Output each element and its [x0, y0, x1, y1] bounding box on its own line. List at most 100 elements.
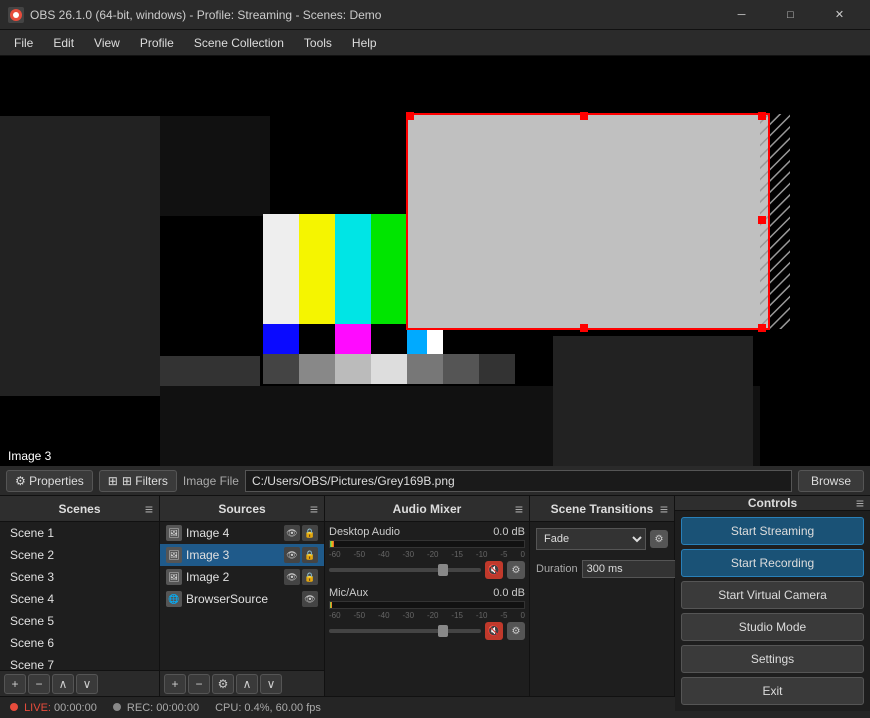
mic-aux-track: Mic/Aux 0.0 dB -60-50-40-30-20-15-10-50 … — [329, 587, 525, 640]
source-up-button[interactable]: ∧ — [236, 674, 258, 694]
scene-item[interactable]: Scene 6 — [0, 632, 159, 654]
desktop-audio-fader[interactable] — [329, 568, 481, 572]
source-lock-button[interactable]: 🔒 — [302, 569, 318, 585]
mic-aux-labels: -60-50-40-30-20-15-10-50 — [329, 611, 525, 620]
mic-aux-mute-button[interactable]: 🔇 — [485, 622, 503, 640]
rec-label: REC: — [127, 702, 153, 714]
maximize-button[interactable]: □ — [768, 0, 813, 30]
minimize-button[interactable]: ─ — [719, 0, 764, 30]
scene-item[interactable]: Scene 4 — [0, 588, 159, 610]
image-icon: 🖼 — [166, 547, 182, 563]
source-item[interactable]: 🖼 Image 2 👁 🔒 — [160, 566, 324, 588]
start-streaming-button[interactable]: Start Streaming — [681, 517, 864, 545]
scene-down-button[interactable]: ∨ — [76, 674, 98, 694]
remove-source-button[interactable]: − — [188, 674, 210, 694]
window-title: OBS 26.1.0 (64-bit, windows) - Profile: … — [30, 8, 719, 22]
image-icon: 🖼 — [166, 569, 182, 585]
mic-aux-fader[interactable] — [329, 629, 481, 633]
add-scene-button[interactable]: + — [4, 674, 26, 694]
duration-row: Duration ▲ ▼ — [536, 558, 668, 579]
source-controls: 👁 🔒 — [284, 525, 318, 541]
start-virtual-camera-button[interactable]: Start Virtual Camera — [681, 581, 864, 609]
scene-item[interactable]: Scene 7 — [0, 654, 159, 670]
preview-canvas — [0, 56, 870, 466]
live-label: LIVE: — [24, 702, 51, 714]
filter-icon: ⊞ — [108, 474, 118, 488]
scene-item[interactable]: Scene 5 — [0, 610, 159, 632]
scene-item[interactable]: Scene 1 — [0, 522, 159, 544]
source-lock-button[interactable]: 🔒 — [302, 525, 318, 541]
menu-tools[interactable]: Tools — [294, 33, 342, 53]
source-item[interactable]: 🌐 BrowserSource 👁 — [160, 588, 324, 610]
source-visibility-button[interactable]: 👁 — [302, 591, 318, 607]
scene-item[interactable]: Scene 3 — [0, 566, 159, 588]
menu-help[interactable]: Help — [342, 33, 387, 53]
source-settings-button[interactable]: ⚙ — [212, 674, 234, 694]
mic-aux-header: Mic/Aux 0.0 dB — [329, 587, 525, 599]
desktop-audio-mute-button[interactable]: 🔇 — [485, 561, 503, 579]
remove-scene-button[interactable]: − — [28, 674, 50, 694]
menu-view[interactable]: View — [84, 33, 130, 53]
menu-scene-collection[interactable]: Scene Collection — [184, 33, 294, 53]
browser-icon: 🌐 — [166, 591, 182, 607]
source-item[interactable]: 🖼 Image 3 👁 🔒 — [160, 544, 324, 566]
transition-type-select[interactable]: Fade Cut Swipe Slide — [536, 528, 646, 550]
transitions-config-icon[interactable]: ≡ — [660, 501, 668, 517]
audio-config-icon[interactable]: ≡ — [515, 501, 523, 517]
scenes-header: Scenes ≡ — [0, 496, 159, 522]
source-visibility-button[interactable]: 👁 — [284, 547, 300, 563]
desktop-audio-label: Desktop Audio — [329, 526, 400, 538]
desktop-audio-meter — [329, 540, 525, 548]
source-down-button[interactable]: ∨ — [260, 674, 282, 694]
filters-button[interactable]: ⊞ ⊞ Filters — [99, 470, 177, 492]
sources-header: Sources ≡ — [160, 496, 324, 522]
scenes-list: Scene 1 Scene 2 Scene 3 Scene 4 Scene 5 … — [0, 522, 159, 670]
image-file-label: Image File — [183, 474, 239, 488]
path-bar: ⚙ Properties ⊞ ⊞ Filters Image File Brow… — [0, 466, 870, 496]
file-path-input[interactable] — [245, 470, 792, 492]
source-name: Image 3 — [186, 548, 280, 562]
sources-config-icon[interactable]: ≡ — [310, 501, 318, 517]
rec-status: REC: 00:00:00 — [113, 702, 199, 714]
scene-item[interactable]: Scene 2 — [0, 544, 159, 566]
window-controls: ─ □ ✕ — [719, 0, 862, 30]
source-name: Image 2 — [186, 570, 280, 584]
source-item[interactable]: 🖼 Image 4 👁 🔒 — [160, 522, 324, 544]
audio-mixer-header: Audio Mixer ≡ — [325, 496, 529, 522]
menu-edit[interactable]: Edit — [43, 33, 84, 53]
source-visibility-button[interactable]: 👁 — [284, 569, 300, 585]
transition-settings-button[interactable]: ⚙ — [650, 530, 668, 548]
source-lock-button[interactable]: 🔒 — [302, 547, 318, 563]
add-source-button[interactable]: + — [164, 674, 186, 694]
browse-button[interactable]: Browse — [798, 470, 864, 492]
properties-button[interactable]: ⚙ Properties — [6, 470, 93, 492]
menu-file[interactable]: File — [4, 33, 43, 53]
mic-aux-settings-button[interactable]: ⚙ — [507, 622, 525, 640]
desktop-audio-header: Desktop Audio 0.0 dB — [329, 526, 525, 538]
source-visibility-button[interactable]: 👁 — [284, 525, 300, 541]
exit-button[interactable]: Exit — [681, 677, 864, 705]
scene-up-button[interactable]: ∧ — [52, 674, 74, 694]
source-controls: 👁 — [302, 591, 318, 607]
desktop-audio-labels: -60-50-40-30-20-15-10-50 — [329, 550, 525, 559]
scenes-config-icon[interactable]: ≡ — [145, 501, 153, 517]
source-name: Image 4 — [186, 526, 280, 540]
settings-button[interactable]: Settings — [681, 645, 864, 673]
cpu-status: CPU: 0.4%, 60.00 fps — [215, 702, 321, 714]
close-button[interactable]: ✕ — [817, 0, 862, 30]
source-name: BrowserSource — [186, 592, 298, 606]
scene-transitions-panel: Scene Transitions ≡ Fade Cut Swipe Slide… — [530, 496, 675, 696]
controls-panel: Controls ≡ Start Streaming Start Recordi… — [675, 496, 870, 696]
desktop-audio-db: 0.0 dB — [493, 526, 525, 538]
controls-config-icon[interactable]: ≡ — [856, 495, 864, 511]
studio-mode-button[interactable]: Studio Mode — [681, 613, 864, 641]
desktop-audio-settings-button[interactable]: ⚙ — [507, 561, 525, 579]
start-recording-button[interactable]: Start Recording — [681, 549, 864, 577]
sources-toolbar: + − ⚙ ∧ ∨ — [160, 670, 324, 696]
menu-profile[interactable]: Profile — [130, 33, 184, 53]
source-controls: 👁 🔒 — [284, 547, 318, 563]
rec-time: 00:00:00 — [156, 702, 199, 714]
live-indicator-dot — [10, 703, 18, 711]
sources-list: 🖼 Image 4 👁 🔒 🖼 Image 3 👁 🔒 🖼 Image 2 — [160, 522, 324, 670]
preview-area: Image 3 — [0, 56, 870, 466]
